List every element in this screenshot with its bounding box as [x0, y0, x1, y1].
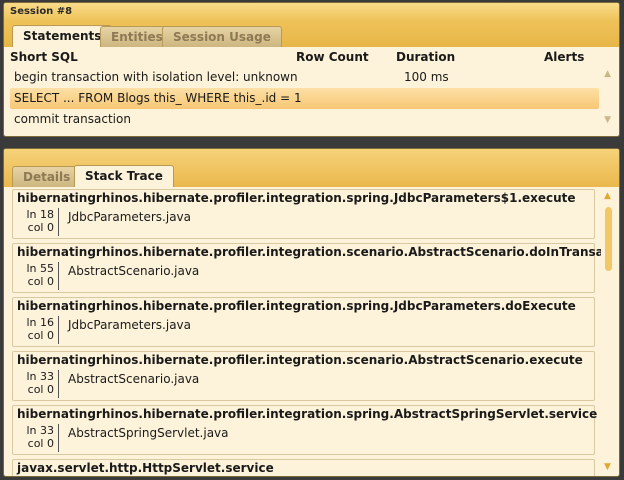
frame-position: ln 55 col 0	[21, 262, 59, 290]
frame-method: hibernatingrhinos.hibernate.profiler.int…	[17, 353, 583, 367]
stack-frame[interactable]: javax.servlet.http.HttpServlet.service	[12, 459, 595, 476]
frame-line: ln 16	[26, 316, 54, 329]
tab-stack-trace[interactable]: Stack Trace	[74, 165, 174, 187]
frame-line: ln 55	[26, 262, 54, 275]
column-header-short-sql[interactable]: Short SQL	[10, 50, 78, 64]
tab-details[interactable]: Details	[12, 166, 82, 187]
column-header-duration[interactable]: Duration	[396, 50, 455, 64]
table-row[interactable]: commit transaction	[10, 109, 599, 130]
details-tabbar: Details Stack Trace	[4, 149, 619, 187]
frame-method: javax.servlet.http.HttpServlet.service	[17, 461, 274, 475]
frame-file: JdbcParameters.java	[68, 318, 192, 332]
frame-line: ln 33	[26, 370, 54, 383]
row-sql: SELECT ... FROM Blogs this_ WHERE this_.…	[14, 91, 302, 105]
frame-file: AbstractSpringServlet.java	[68, 426, 229, 440]
column-header-row-count[interactable]: Row Count	[296, 50, 369, 64]
frame-col: col 0	[27, 221, 54, 234]
frame-position: ln 33 col 0	[21, 370, 59, 398]
stack-trace-list: hibernatingrhinos.hibernate.profiler.int…	[4, 187, 601, 476]
tab-statements[interactable]: Statements	[12, 25, 113, 47]
stack-trace-scrollbar[interactable]: ▲ ▼	[603, 189, 615, 474]
frame-file: AbstractScenario.java	[68, 372, 200, 386]
frame-line: ln 33	[26, 424, 54, 437]
details-panel: Details Stack Trace hibernatingrhinos.hi…	[3, 148, 620, 477]
frame-method: hibernatingrhinos.hibernate.profiler.int…	[17, 191, 576, 205]
frame-col: col 0	[27, 329, 54, 342]
frame-line: ln 18	[26, 208, 54, 221]
session-title: Session #8	[4, 3, 619, 21]
triangle-up-icon[interactable]: ▲	[604, 69, 611, 79]
row-sql: begin transaction with isolation level: …	[14, 70, 298, 84]
stack-frame[interactable]: hibernatingrhinos.hibernate.profiler.int…	[12, 189, 595, 239]
frame-position: ln 16 col 0	[21, 316, 59, 344]
triangle-down-icon[interactable]: ▼	[604, 462, 611, 472]
frame-col: col 0	[27, 437, 54, 450]
stack-frame[interactable]: hibernatingrhinos.hibernate.profiler.int…	[12, 243, 601, 293]
frame-col: col 0	[27, 275, 54, 288]
table-row-selected[interactable]: SELECT ... FROM Blogs this_ WHERE this_.…	[10, 88, 599, 109]
frame-col: col 0	[27, 383, 54, 396]
triangle-down-icon[interactable]: ▼	[604, 115, 611, 125]
frame-file: JdbcParameters.java	[68, 210, 192, 224]
row-duration: 100 ms	[404, 70, 449, 84]
frame-method: hibernatingrhinos.hibernate.profiler.int…	[17, 299, 576, 313]
stack-frame[interactable]: hibernatingrhinos.hibernate.profiler.int…	[12, 297, 595, 347]
row-sql: commit transaction	[14, 112, 131, 126]
tab-session-usage[interactable]: Session Usage	[162, 26, 282, 47]
frame-method: hibernatingrhinos.hibernate.profiler.int…	[17, 407, 598, 421]
triangle-up-icon[interactable]: ▲	[604, 191, 611, 201]
column-header-alerts[interactable]: Alerts	[544, 50, 584, 64]
stack-frame[interactable]: hibernatingrhinos.hibernate.profiler.int…	[12, 351, 595, 401]
frame-position: ln 18 col 0	[21, 208, 59, 236]
scrollbar-thumb[interactable]	[605, 207, 612, 271]
frame-method: hibernatingrhinos.hibernate.profiler.int…	[17, 245, 601, 259]
statements-list: begin transaction with isolation level: …	[4, 67, 619, 130]
frame-file: AbstractScenario.java	[68, 264, 200, 278]
statements-column-headers: Short SQL Row Count Duration Alerts	[4, 47, 619, 67]
frame-position: ln 33 col 0	[21, 424, 59, 452]
statements-tabbar: Statements Entities Session Usage	[4, 21, 619, 47]
table-row[interactable]: begin transaction with isolation level: …	[10, 67, 599, 88]
session-panel: Session #8 Statements Entities Session U…	[3, 2, 620, 137]
stack-frame[interactable]: hibernatingrhinos.hibernate.profiler.int…	[12, 405, 598, 455]
